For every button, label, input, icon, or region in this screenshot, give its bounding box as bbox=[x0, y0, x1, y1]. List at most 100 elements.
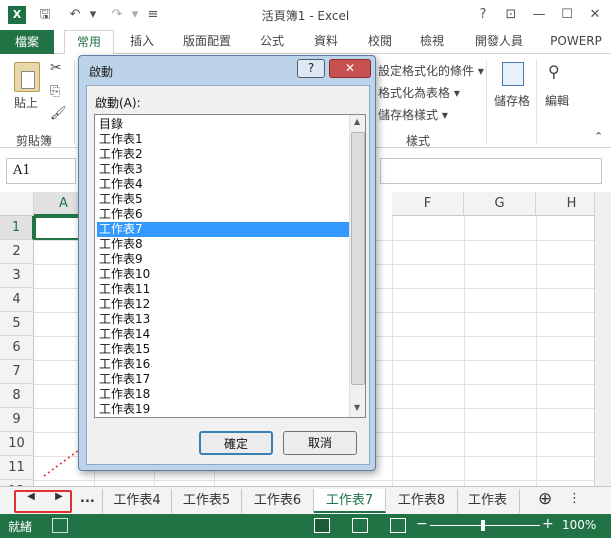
sheet-list-item[interactable]: 工作表9 bbox=[97, 252, 349, 267]
paste-icon[interactable] bbox=[14, 62, 40, 92]
column-header-g[interactable]: G bbox=[464, 192, 536, 216]
cells-button-label[interactable]: 儲存格 bbox=[494, 92, 530, 109]
sheet-list-item[interactable]: 工作表10 bbox=[97, 267, 349, 282]
listbox-scrollbar[interactable]: ▲ ▼ bbox=[349, 115, 365, 417]
sheet-list-item[interactable]: 工作表13 bbox=[97, 312, 349, 327]
tab-file[interactable]: 檔案 bbox=[0, 30, 54, 54]
sheet-list-item[interactable]: 工作表11 bbox=[97, 282, 349, 297]
page-break-view-icon[interactable] bbox=[390, 518, 406, 533]
sheet-options-icon[interactable]: ⋮ bbox=[568, 491, 581, 506]
title-bar: X 🖫 ↶ ▾ ↷ ▾ ≡ 活頁簿1 - Excel ? ⊡ — ☐ ✕ bbox=[0, 0, 611, 30]
sheet-list-item[interactable]: 目錄 bbox=[97, 117, 349, 132]
status-ready: 就緒 bbox=[8, 520, 33, 534]
row-header-4[interactable]: 4 bbox=[0, 288, 34, 312]
zoom-slider[interactable] bbox=[430, 525, 540, 526]
scroll-up-icon[interactable]: ▲ bbox=[354, 117, 360, 126]
row-header-5[interactable]: 5 bbox=[0, 312, 34, 336]
sheet-list-item[interactable]: 工作表4 bbox=[97, 177, 349, 192]
row-header-7[interactable]: 7 bbox=[0, 360, 34, 384]
prev-sheet-icon[interactable]: ◀ bbox=[24, 491, 38, 502]
sheet-list-item[interactable]: 工作表6 bbox=[97, 207, 349, 222]
zoom-out-button[interactable]: − bbox=[416, 516, 428, 532]
row-header-6[interactable]: 6 bbox=[0, 336, 34, 360]
minimize-button[interactable]: — bbox=[528, 5, 550, 25]
add-sheet-icon[interactable]: ⊕ bbox=[538, 489, 552, 509]
cell-styles-button[interactable]: 儲存格樣式 ▾ bbox=[378, 106, 448, 123]
tab-insert[interactable]: 插入 bbox=[118, 30, 166, 54]
macro-record-icon[interactable] bbox=[52, 518, 68, 533]
sheet-list-item[interactable]: 工作表16 bbox=[97, 357, 349, 372]
format-as-table-button[interactable]: 格式化為表格 ▾ bbox=[378, 84, 460, 101]
more-sheets-left[interactable]: ... bbox=[80, 491, 95, 506]
tab-developer[interactable]: 開發人員 bbox=[466, 30, 532, 54]
binoculars-icon[interactable]: ⚲ bbox=[548, 62, 560, 81]
listbox-scroll-thumb[interactable] bbox=[351, 132, 365, 385]
row-header-3[interactable]: 3 bbox=[0, 264, 34, 288]
cells-icon[interactable] bbox=[502, 62, 524, 86]
normal-view-icon[interactable] bbox=[314, 518, 330, 533]
zoom-level[interactable]: 100% bbox=[562, 518, 596, 532]
page-layout-view-icon[interactable] bbox=[352, 518, 368, 533]
sheet-listbox[interactable]: 目錄 工作表1 工作表2 工作表3 工作表4 工作表5 工作表6 工作表7 工作表8 工作表9 工作… bbox=[94, 114, 366, 418]
column-header-f[interactable]: F bbox=[392, 192, 464, 216]
row-header-10[interactable]: 10 bbox=[0, 432, 34, 456]
cut-icon[interactable]: ✂ bbox=[50, 60, 62, 76]
paste-label[interactable]: 貼上 bbox=[14, 94, 38, 111]
collapse-ribbon-icon[interactable]: ⌃ bbox=[594, 130, 603, 143]
zoom-in-button[interactable]: + bbox=[542, 516, 554, 532]
row-header-8[interactable]: 8 bbox=[0, 384, 34, 408]
tab-page-layout[interactable]: 版面配置 bbox=[174, 30, 240, 54]
maximize-button[interactable]: ☐ bbox=[556, 5, 578, 25]
ok-button[interactable]: 確定 bbox=[199, 431, 273, 455]
formula-input[interactable] bbox=[380, 158, 602, 184]
next-sheet-icon[interactable]: ▶ bbox=[52, 491, 66, 502]
sheet-list-item[interactable]: 工作表18 bbox=[97, 387, 349, 402]
sheet-list-item[interactable]: 工作表1 bbox=[97, 132, 349, 147]
sheet-list-item[interactable]: 工作表5 bbox=[97, 192, 349, 207]
sheet-tab-5[interactable]: 工作表5 bbox=[172, 489, 242, 513]
sheet-list-item[interactable]: 工作表19 bbox=[97, 402, 349, 417]
sheet-list-item[interactable]: 工作表17 bbox=[97, 372, 349, 387]
select-all-corner[interactable] bbox=[0, 192, 34, 216]
name-box[interactable]: A1 bbox=[6, 158, 76, 184]
zoom-slider-thumb[interactable] bbox=[481, 520, 485, 531]
row-header-1[interactable]: 1 bbox=[0, 216, 34, 240]
close-button[interactable]: ✕ bbox=[584, 5, 606, 25]
sheet-list-item[interactable]: 工作表7 bbox=[97, 222, 349, 237]
sheet-list-item[interactable]: 工作表14 bbox=[97, 327, 349, 342]
conditional-formatting-button[interactable]: 設定格式化的條件 ▾ bbox=[378, 62, 484, 79]
sheet-tab-7[interactable]: 工作表7 bbox=[314, 489, 386, 513]
sheet-tab-partial[interactable]: 工作表 bbox=[458, 489, 520, 513]
dialog-close-button[interactable]: ✕ bbox=[329, 59, 371, 78]
sheet-list-item[interactable]: 工作表12 bbox=[97, 297, 349, 312]
format-painter-icon[interactable]: 🖌 bbox=[50, 106, 67, 121]
scroll-down-icon[interactable]: ▼ bbox=[354, 403, 360, 412]
dialog-help-button[interactable]: ? bbox=[297, 59, 325, 78]
sheet-list-item[interactable]: 工作表8 bbox=[97, 237, 349, 252]
tab-view[interactable]: 檢視 bbox=[410, 30, 454, 54]
activate-list-label: 啟動(A): bbox=[95, 96, 141, 110]
row-header-9[interactable]: 9 bbox=[0, 408, 34, 432]
sheet-tab-4[interactable]: 工作表4 bbox=[102, 489, 172, 513]
cancel-button[interactable]: 取消 bbox=[283, 431, 357, 455]
column-header-h[interactable]: H bbox=[536, 192, 594, 216]
tab-review[interactable]: 校閱 bbox=[358, 30, 402, 54]
dialog-body: 啟動(A): 目錄 工作表1 工作表2 工作表3 工作表4 工作表5 工作表6 工作表7 工作表… bbox=[86, 85, 370, 465]
row-header-2[interactable]: 2 bbox=[0, 240, 34, 264]
tab-powerpivot[interactable]: POWERP bbox=[544, 30, 608, 54]
help-button[interactable]: ? bbox=[472, 5, 494, 25]
sheet-list-item[interactable]: 工作表2 bbox=[97, 147, 349, 162]
tab-data[interactable]: 資料 bbox=[304, 30, 348, 54]
vertical-scrollbar[interactable] bbox=[594, 192, 611, 486]
sheet-list-item[interactable]: 工作表3 bbox=[97, 162, 349, 177]
copy-icon[interactable]: ⎘ bbox=[50, 84, 60, 99]
ribbon-display-button[interactable]: ⊡ bbox=[500, 5, 522, 25]
tab-formulas[interactable]: 公式 bbox=[250, 30, 294, 54]
row-header-11[interactable]: 11 bbox=[0, 456, 34, 480]
tab-home[interactable]: 常用 bbox=[64, 30, 114, 55]
clipboard-group-label: 剪貼簿 bbox=[16, 134, 53, 148]
sheet-list-item[interactable]: 工作表15 bbox=[97, 342, 349, 357]
sheet-tab-8[interactable]: 工作表8 bbox=[386, 489, 458, 513]
sheet-tab-6[interactable]: 工作表6 bbox=[242, 489, 314, 513]
editing-button-label[interactable]: 編輯 bbox=[545, 92, 569, 109]
